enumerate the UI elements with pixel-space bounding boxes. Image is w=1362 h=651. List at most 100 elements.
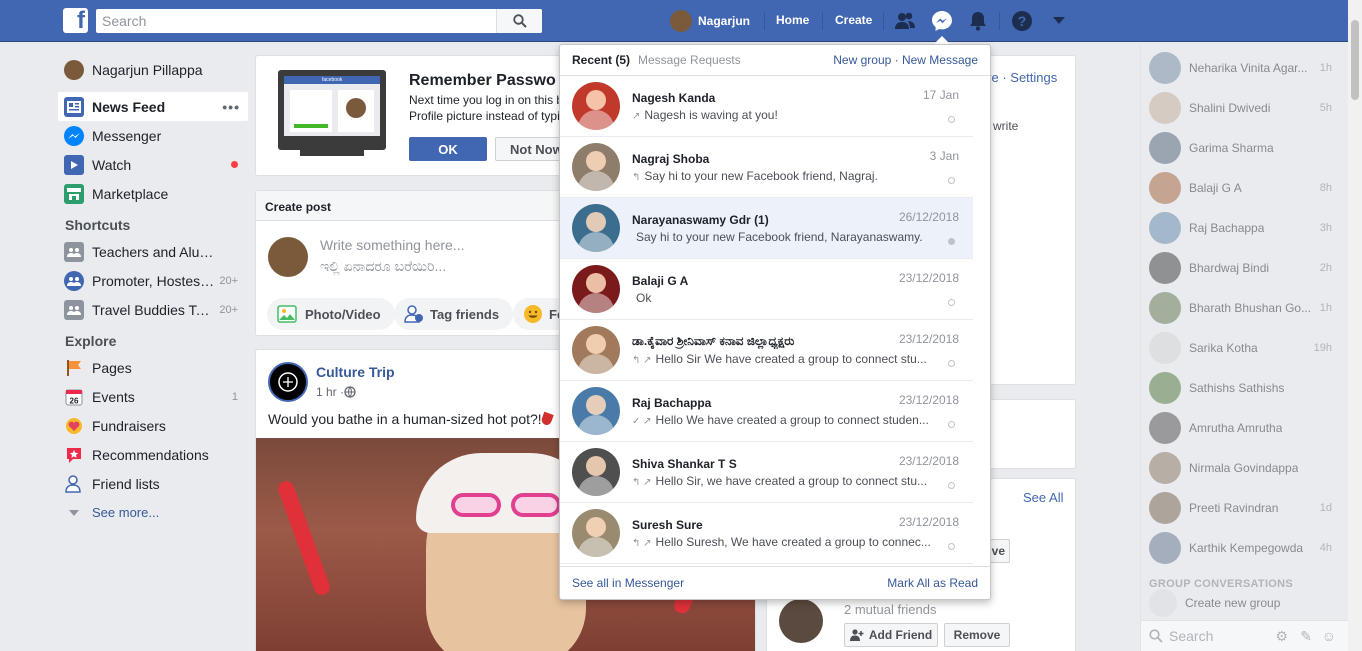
culture-trip-logo-icon[interactable]: [268, 362, 308, 402]
mark-all-read-link[interactable]: Mark All as Read: [887, 576, 978, 590]
message-thread-row[interactable]: Raj Bachappa ✓ ↗ Hello We have created a g…: [560, 381, 973, 442]
search-input[interactable]: [96, 9, 492, 33]
remove-button[interactable]: Remove: [944, 623, 1010, 647]
home-link[interactable]: Home: [776, 13, 809, 27]
chat-search-bar[interactable]: Search ⚙ ✎ ☺: [1141, 620, 1348, 651]
sidebar-item-messenger[interactable]: Messenger: [58, 121, 248, 150]
post-time[interactable]: 1 hr ·: [316, 385, 344, 399]
scrollbar-thumb[interactable]: [1351, 20, 1359, 100]
mark-read-toggle[interactable]: [948, 482, 955, 489]
create-new-group-link[interactable]: Create new group: [1141, 589, 1348, 617]
message-thread-row[interactable]: Suresh Sure ↰ ↗ Hello Suresh, We have crea…: [560, 503, 973, 564]
chat-contact[interactable]: Bhardwaj Bindi 2h: [1141, 248, 1348, 288]
dropdown-scrollbar[interactable]: [973, 76, 990, 568]
message-thread-row[interactable]: ಡಾ.ಕೈವಾರ ಶ್ರೀನಿವಾಸ್ ಕನಾವ ಜಿಲ್ಲಾಧ್ಯಕ್ಷರು ↰…: [560, 320, 973, 381]
thread-name: Nagraj Shoba: [632, 151, 710, 166]
thread-snippet: Hello We have created a group to connect…: [655, 412, 929, 427]
post-composer-input[interactable]: Write something here...: [320, 237, 464, 253]
thread-snippet-row: ✓ ↗ Hello We have created a group to conn…: [632, 413, 932, 427]
new-message-link[interactable]: New Message: [902, 53, 978, 67]
chat-contact[interactable]: Garima Sharma: [1141, 128, 1348, 168]
add-friend-label: Add Friend: [868, 628, 933, 642]
contact-name: Shalini Dwivedi: [1189, 101, 1271, 115]
notifications-icon[interactable]: [967, 10, 989, 32]
explore-item-friend-lists[interactable]: Friend lists: [58, 469, 248, 498]
sidebar-item-news-feed[interactable]: News Feed •••: [58, 92, 248, 121]
add-friend-button[interactable]: Add Friend: [844, 623, 938, 647]
see-all-link[interactable]: See All: [1023, 490, 1063, 505]
friend-requests-icon[interactable]: [894, 10, 916, 32]
message-list: Nagesh Kanda ↗ Nagesh is waving at you! 17 …: [560, 76, 973, 568]
messenger-dropdown: Recent (5) Message Requests New group · …: [559, 44, 991, 600]
ok-button[interactable]: OK: [409, 137, 487, 161]
explore-label: Recommendations: [92, 446, 209, 463]
dropdown-caret: [934, 36, 950, 44]
avatar: [1149, 412, 1181, 444]
chat-contact[interactable]: Nirmala Govindappa: [1141, 448, 1348, 488]
mark-read-toggle[interactable]: [948, 238, 955, 245]
tag-friends-button[interactable]: Tag friends: [394, 298, 514, 330]
explore-item-events[interactable]: 26 Events 1: [58, 382, 248, 411]
chat-contact[interactable]: Bharath Bhushan Go... 1h: [1141, 288, 1348, 328]
see-more-link[interactable]: See more...: [58, 498, 248, 527]
chat-contact[interactable]: Amrutha Amrutha: [1141, 408, 1348, 448]
mark-read-toggle[interactable]: [948, 421, 955, 428]
post-author[interactable]: Culture Trip: [316, 364, 395, 380]
thread-snippet-row: ↗ Nagesh is waving at you!: [632, 108, 932, 122]
profile-link[interactable]: Nagarjun: [670, 10, 750, 32]
remember-line-1: Next time you log in on this b: [409, 93, 564, 107]
shortcut-item[interactable]: Travel Buddies Talk... 20+: [58, 295, 248, 324]
account-menu-icon[interactable]: [1048, 10, 1070, 32]
contact-name: Raj Bachappa: [1189, 221, 1265, 235]
explore-item-fundraisers[interactable]: Fundraisers: [58, 411, 248, 440]
search-button[interactable]: [496, 9, 542, 33]
facebook-logo-icon[interactable]: f: [63, 7, 88, 34]
mark-read-toggle[interactable]: [948, 177, 955, 184]
chat-contact[interactable]: Neharika Vinita Agar... 1h: [1141, 48, 1348, 88]
messenger-icon[interactable]: [931, 10, 953, 32]
chat-contact[interactable]: Karthik Kempegowda 4h: [1141, 528, 1348, 568]
add-contacts-icon[interactable]: ☺: [1322, 628, 1336, 644]
message-thread-row[interactable]: Balaji G A Ok 23/12/2018: [560, 259, 973, 320]
thread-date: 3 Jan: [929, 149, 959, 163]
mark-read-toggle[interactable]: [948, 299, 955, 306]
chat-contact[interactable]: Sathishs Sathishs: [1141, 368, 1348, 408]
new-group-link[interactable]: New group: [833, 53, 891, 67]
chat-contact[interactable]: Balaji G A 8h: [1141, 168, 1348, 208]
shortcut-item[interactable]: Promoter, Hostess... 20+: [58, 266, 248, 295]
mark-read-toggle[interactable]: [948, 116, 955, 123]
chat-contact[interactable]: Raj Bachappa 3h: [1141, 208, 1348, 248]
create-link[interactable]: Create: [835, 13, 872, 27]
photo-video-label: Photo/Video: [305, 306, 381, 322]
message-thread-row[interactable]: Nagesh Kanda ↗ Nagesh is waving at you! 17 …: [560, 76, 973, 137]
sidebar-profile-link[interactable]: Nagarjun Pillappa: [58, 55, 248, 84]
message-thread-row[interactable]: Shiva Shankar T S ↰ ↗ Hello Sir, we have c…: [560, 442, 973, 503]
gear-icon[interactable]: ⚙: [1275, 628, 1288, 645]
sidebar-item-marketplace[interactable]: Marketplace: [58, 179, 248, 208]
chat-contact[interactable]: Sarika Kotha 19h: [1141, 328, 1348, 368]
see-all-in-messenger-link[interactable]: See all in Messenger: [572, 576, 684, 590]
profile-name: Nagarjun Pillappa: [92, 61, 203, 78]
mark-read-toggle[interactable]: [948, 360, 955, 367]
more-options-icon[interactable]: •••: [222, 99, 240, 115]
photo-video-button[interactable]: Photo/Video: [267, 298, 395, 330]
explore-item-recommendations[interactable]: Recommendations: [58, 440, 248, 469]
thread-name: Shiva Shankar T S: [632, 456, 737, 471]
explore-item-pages[interactable]: Pages: [58, 353, 248, 382]
scrollbar-thumb[interactable]: [978, 80, 985, 380]
sidebar-item-watch[interactable]: Watch: [58, 150, 248, 179]
chat-contact[interactable]: Preeti Ravindran 1d: [1141, 488, 1348, 528]
shortcut-item[interactable]: Teachers and Alum...: [58, 237, 248, 266]
mark-read-toggle[interactable]: [948, 543, 955, 550]
right-column-links[interactable]: ve · Settings: [985, 70, 1057, 85]
message-thread-row[interactable]: Nagraj Shoba ↰ Say hi to your new Facebook…: [560, 137, 973, 198]
page-scrollbar[interactable]: [1348, 0, 1362, 651]
help-icon[interactable]: ?: [1011, 10, 1033, 32]
message-thread-row[interactable]: Narayanaswamy Gdr (1) Say hi to your new …: [560, 198, 973, 259]
compose-icon[interactable]: ✎: [1300, 628, 1312, 645]
thread-snippet-row: ↰ ↗ Hello Suresh, We have created a group…: [632, 535, 932, 549]
recent-tab[interactable]: Recent (5): [572, 53, 630, 67]
post-composer-input-kannada[interactable]: ಇಲ್ಲಿ ಏನಾದರೂ ಬರೆಯಿರಿ...: [320, 258, 446, 275]
message-requests-tab[interactable]: Message Requests: [638, 53, 741, 67]
chat-contact[interactable]: Shalini Dwivedi 5h: [1141, 88, 1348, 128]
